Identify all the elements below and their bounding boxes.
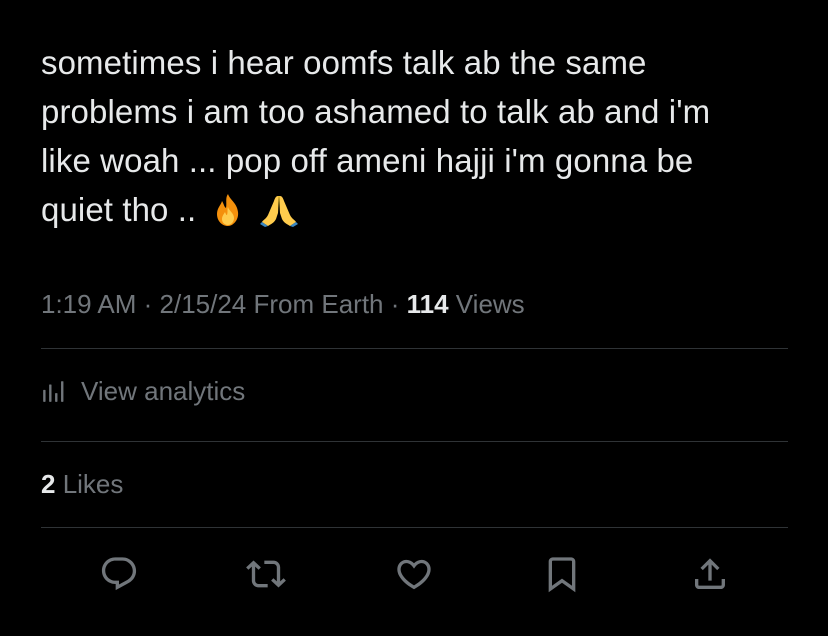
tweet-time[interactable]: 1:19 AM [41, 289, 136, 319]
meta-separator: · [136, 289, 160, 319]
views-label: Views [448, 289, 525, 319]
tweet-actions-bar [0, 552, 828, 596]
folded-hands-emoji-icon [259, 191, 299, 240]
retweet-button[interactable] [244, 552, 288, 596]
tweet-meta: 1:19 AM · 2/15/24 From Earth · 114 Views [41, 286, 525, 322]
retweet-icon [246, 560, 286, 588]
bookmark-icon [548, 557, 576, 593]
like-button[interactable] [392, 552, 436, 596]
divider [41, 527, 788, 528]
tweet-text-line: quiet tho .. [41, 191, 197, 228]
share-icon [695, 558, 725, 589]
tweet-text-line: problems i am too ashamed to talk ab and… [41, 93, 711, 130]
view-analytics-link[interactable]: View analytics [41, 373, 245, 409]
tweet-text: sometimes i hear oomfs talk ab the same … [41, 38, 801, 240]
tweet-text-line: like woah ... pop off ameni hajji i'm go… [41, 142, 694, 179]
meta-separator: · [383, 289, 407, 319]
views-count: 114 [406, 289, 449, 319]
tweet-text-line: sometimes i hear oomfs talk ab the same [41, 44, 647, 81]
tweet-date[interactable]: 2/15/24 [160, 289, 247, 319]
bar-chart-icon [43, 381, 64, 402]
reply-icon [101, 557, 137, 591]
view-analytics-label: View analytics [81, 375, 246, 406]
divider [41, 441, 788, 442]
divider [41, 348, 788, 349]
heart-icon [397, 559, 431, 590]
tweet-text-last-line: quiet tho .. [41, 185, 801, 240]
tweet-source: From Earth [246, 289, 384, 319]
likes-link[interactable]: 2 Likes [41, 466, 123, 502]
likes-label: Likes [55, 469, 124, 499]
fire-emoji-icon [212, 191, 244, 240]
bookmark-button[interactable] [540, 552, 584, 596]
likes-count: 2 [41, 469, 56, 499]
share-button[interactable] [688, 552, 732, 596]
reply-button[interactable] [97, 552, 141, 596]
